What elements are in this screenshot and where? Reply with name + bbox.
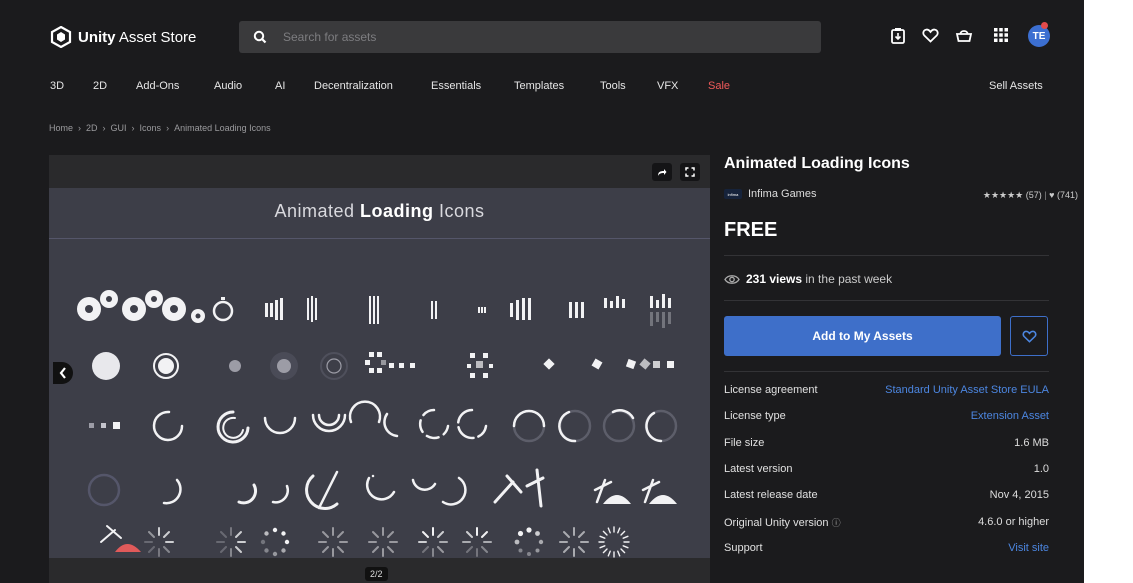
heart-icon: ♥ bbox=[1049, 190, 1055, 200]
user-avatar[interactable]: TE bbox=[1028, 25, 1050, 47]
detail-label: License agreement bbox=[724, 384, 818, 396]
share-arrow-icon[interactable] bbox=[652, 163, 672, 181]
downloads-icon[interactable] bbox=[887, 24, 909, 46]
wishlist-heart-icon[interactable] bbox=[919, 24, 941, 46]
detail-label: Latest release date bbox=[724, 489, 818, 501]
row-arcs-pickaxe bbox=[87, 468, 661, 510]
detail-label: File size bbox=[724, 437, 765, 449]
favorites-count: (741) bbox=[1056, 190, 1078, 200]
detail-original-unity-version: Original Unity version ⓘ 4.6.0 or higher bbox=[724, 516, 1049, 530]
divider bbox=[724, 300, 1049, 301]
breadcrumb-2d[interactable]: 2D bbox=[86, 123, 98, 133]
detail-latest-version: Latest version 1.0 bbox=[724, 463, 1049, 477]
nav-item-2d[interactable]: 2D bbox=[93, 80, 107, 92]
apps-grid-icon[interactable] bbox=[990, 24, 1012, 46]
detail-value: 1.6 MB bbox=[1014, 437, 1049, 449]
detail-license-agreement: License agreement Standard Unity Asset S… bbox=[724, 384, 1049, 398]
unity-asset-store-logo[interactable]: Unity Asset Store bbox=[50, 26, 196, 48]
divider bbox=[724, 255, 1049, 256]
divider bbox=[724, 371, 1049, 372]
fullscreen-icon[interactable] bbox=[680, 163, 700, 181]
nav-item-sale[interactable]: Sale bbox=[708, 80, 730, 92]
preview-image: Animated Loading Icons bbox=[49, 188, 710, 558]
breadcrumb-gui[interactable]: GUI bbox=[111, 123, 127, 133]
nav-item-add-ons[interactable]: Add-Ons bbox=[136, 80, 179, 92]
preview-divider bbox=[49, 238, 710, 239]
logo-text: Unity Asset Store bbox=[78, 28, 197, 46]
product-title: Animated Loading Icons bbox=[724, 155, 910, 172]
nav-item-3d[interactable]: 3D bbox=[50, 80, 64, 92]
spinner-group bbox=[144, 526, 630, 558]
add-to-wishlist-button[interactable] bbox=[1010, 316, 1048, 356]
detail-label: Latest version bbox=[724, 463, 793, 475]
chevron-left-icon bbox=[59, 367, 66, 379]
nav-item-tools[interactable]: Tools bbox=[600, 80, 626, 92]
breadcrumb-current: Animated Loading Icons bbox=[174, 123, 271, 133]
license-type-link[interactable]: Extension Asset bbox=[971, 410, 1049, 422]
rating-stars: ★★★★★ bbox=[982, 190, 1024, 200]
nav-item-essentials[interactable]: Essentials bbox=[431, 80, 481, 92]
detail-value: 1.0 bbox=[1033, 463, 1049, 475]
category-nav: 3D 2D Add-Ons Audio AI Decentralization … bbox=[0, 80, 1084, 96]
image-pager: 2/2 bbox=[365, 567, 388, 581]
detail-label: Support bbox=[724, 542, 763, 554]
row-dots bbox=[92, 352, 674, 380]
search-icon bbox=[253, 30, 267, 44]
preview-title: Animated Loading Icons bbox=[274, 201, 485, 221]
eye-icon bbox=[724, 274, 740, 284]
detail-support: Support Visit site bbox=[724, 542, 1049, 556]
row-spinners bbox=[100, 525, 122, 543]
publisher-logo: infima bbox=[724, 189, 742, 199]
detail-license-type: License type Extension Asset bbox=[724, 410, 1049, 424]
detail-latest-release-date: Latest release date Nov 4, 2015 bbox=[724, 489, 1049, 503]
help-circle-icon[interactable]: ⓘ bbox=[832, 518, 841, 528]
detail-value: 4.6.0 or higher bbox=[978, 516, 1049, 528]
pickaxe-mounds bbox=[603, 495, 677, 504]
nav-item-ai[interactable]: AI bbox=[275, 80, 285, 92]
detail-file-size: File size 1.6 MB bbox=[724, 437, 1049, 451]
breadcrumb: Home › 2D › GUI › Icons › Animated Loading Icons bbox=[49, 123, 271, 133]
detail-value: Nov 4, 2015 bbox=[989, 489, 1049, 501]
rating-summary[interactable]: ★★★★★ (57) | ♥ (741) bbox=[983, 190, 1078, 201]
nav-item-audio[interactable]: Audio bbox=[214, 80, 242, 92]
sell-assets-link[interactable]: Sell Assets bbox=[989, 80, 1043, 92]
row-arcs bbox=[89, 400, 678, 444]
publisher[interactable]: infima Infima Games bbox=[724, 188, 816, 200]
media-viewer: Animated Loading Icons 2/2 bbox=[49, 155, 710, 583]
detail-label: License type bbox=[724, 410, 786, 422]
row-gears-bars bbox=[77, 290, 671, 328]
search-bar[interactable] bbox=[239, 21, 821, 53]
views-info: 231 views in the past week bbox=[724, 272, 892, 286]
add-to-my-assets-button[interactable]: Add to My Assets bbox=[724, 316, 1001, 356]
main-area: Unity Asset Store TE 3D 2D Add-Ons Audio… bbox=[0, 0, 1084, 583]
rating-count: (57) bbox=[1025, 190, 1042, 200]
search-input[interactable] bbox=[281, 29, 785, 45]
viewer-toolbar bbox=[49, 155, 710, 188]
cart-basket-icon[interactable] bbox=[953, 24, 975, 46]
nav-item-templates[interactable]: Templates bbox=[514, 80, 564, 92]
nav-item-decentralization[interactable]: Decentralization bbox=[314, 80, 393, 92]
loading-icons-grid bbox=[77, 290, 678, 558]
license-agreement-link[interactable]: Standard Unity Asset Store EULA bbox=[885, 384, 1049, 396]
notification-dot bbox=[1041, 22, 1048, 29]
app-root: Unity Asset Store TE 3D 2D Add-Ons Audio… bbox=[0, 0, 1133, 583]
unity-logo-icon bbox=[50, 26, 72, 48]
price: FREE bbox=[724, 219, 778, 241]
nav-item-vfx[interactable]: VFX bbox=[657, 80, 678, 92]
heart-outline-icon bbox=[1022, 330, 1036, 343]
detail-label: Original Unity version ⓘ bbox=[724, 517, 841, 529]
publisher-name[interactable]: Infima Games bbox=[748, 188, 816, 200]
breadcrumb-icons[interactable]: Icons bbox=[140, 123, 162, 133]
breadcrumb-home[interactable]: Home bbox=[49, 123, 73, 133]
visit-site-link[interactable]: Visit site bbox=[1008, 542, 1049, 554]
